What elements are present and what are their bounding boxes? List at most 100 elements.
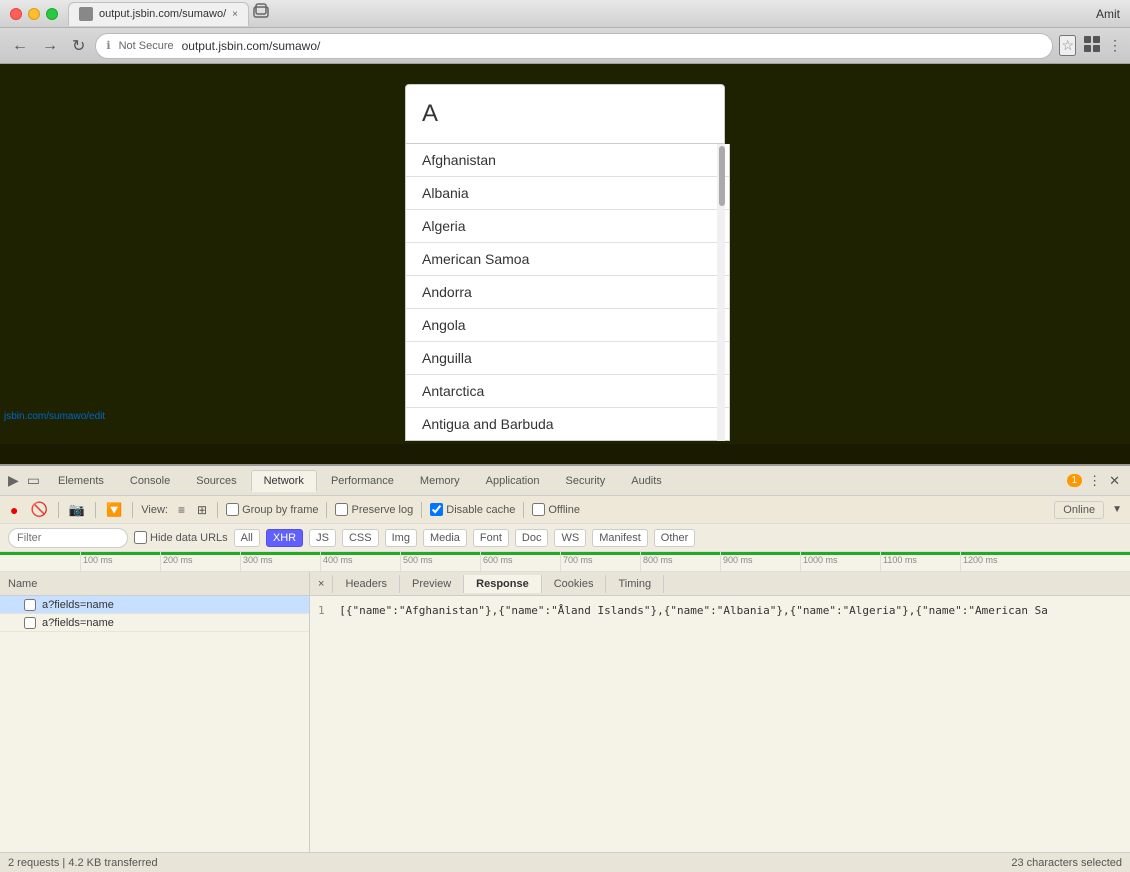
new-tab-button[interactable] xyxy=(253,3,269,24)
file-list-header: Name xyxy=(0,572,309,596)
filter-manifest-button[interactable]: Manifest xyxy=(592,529,648,547)
offline-label[interactable]: Offline xyxy=(532,503,580,516)
separator xyxy=(58,502,59,518)
separator xyxy=(523,502,524,518)
list-item[interactable]: American Samoa xyxy=(406,243,729,276)
tab-favicon-icon xyxy=(79,7,93,21)
hide-data-urls-label[interactable]: Hide data URLs xyxy=(134,531,228,544)
list-item[interactable]: Albania xyxy=(406,177,729,210)
line-number: 1 xyxy=(318,604,325,617)
browser-tab[interactable]: output.jsbin.com/sumawo/ × xyxy=(68,2,249,26)
scrollbar-track[interactable] xyxy=(717,144,725,441)
maximize-button[interactable] xyxy=(46,8,58,20)
record-button[interactable]: ● xyxy=(8,500,20,520)
back-button[interactable]: ← xyxy=(8,35,32,57)
filter-toggle-button[interactable]: 🔽 xyxy=(104,500,124,520)
tab-headers[interactable]: Headers xyxy=(333,575,400,593)
timeline-tick: 900 ms xyxy=(720,552,753,571)
group-by-frame-label[interactable]: Group by frame xyxy=(226,503,318,516)
tab-response[interactable]: Response xyxy=(464,575,542,593)
timeline-tick: 1100 ms xyxy=(880,552,917,571)
user-name: Amit xyxy=(1096,7,1120,21)
filter-css-button[interactable]: CSS xyxy=(342,529,379,547)
devtools-tab-bar: ▶ ▭ Elements Console Sources Network Per… xyxy=(0,466,1130,496)
filter-font-button[interactable]: Font xyxy=(473,529,509,547)
list-item[interactable]: Andorra xyxy=(406,276,729,309)
search-input[interactable]: A xyxy=(405,84,725,144)
file-name: a?fields=name xyxy=(42,599,114,611)
offline-checkbox[interactable] xyxy=(532,503,545,516)
forward-button[interactable]: → xyxy=(38,35,62,57)
tab-memory[interactable]: Memory xyxy=(408,471,472,491)
tab-network[interactable]: Network xyxy=(251,470,317,492)
extensions-button[interactable] xyxy=(1082,34,1102,57)
tab-preview[interactable]: Preview xyxy=(400,575,464,593)
tab-application[interactable]: Application xyxy=(474,471,552,491)
dropdown-list: Afghanistan Albania Algeria American Sam… xyxy=(405,144,730,441)
view-waterfall-button[interactable]: ⊞ xyxy=(195,501,209,519)
bookmark-button[interactable]: ☆ xyxy=(1059,35,1076,56)
online-dropdown-arrow[interactable]: ▼ xyxy=(1112,504,1122,515)
tab-close-button[interactable]: × xyxy=(232,9,238,20)
list-item[interactable]: Algeria xyxy=(406,210,729,243)
request-count: 2 requests | 4.2 KB transferred xyxy=(8,857,158,869)
disable-cache-checkbox[interactable] xyxy=(430,503,443,516)
response-close-button[interactable]: × xyxy=(310,575,333,593)
file-checkbox[interactable] xyxy=(24,617,36,629)
clear-button[interactable]: 🚫 xyxy=(28,499,49,520)
online-button[interactable]: Online xyxy=(1054,501,1104,519)
file-checkbox[interactable] xyxy=(24,599,36,611)
filter-img-button[interactable]: Img xyxy=(385,529,417,547)
devtools-page-link[interactable]: jsbin.com/sumawo/edit xyxy=(4,411,105,422)
list-item[interactable]: Antarctica xyxy=(406,375,729,408)
devtools-tab-icons: ▶ ▭ xyxy=(8,472,40,489)
list-item[interactable]: Antigua and Barbuda xyxy=(406,408,729,440)
menu-button[interactable]: ⋮ xyxy=(1108,37,1122,54)
tab-performance[interactable]: Performance xyxy=(319,471,406,491)
dropdown-wrapper: Afghanistan Albania Algeria American Sam… xyxy=(405,144,725,441)
address-input-wrapper[interactable]: ℹ Not Secure output.jsbin.com/sumawo/ xyxy=(95,33,1053,59)
filter-all-button[interactable]: All xyxy=(234,529,260,547)
filter-xhr-button[interactable]: XHR xyxy=(266,529,303,547)
tab-sources[interactable]: Sources xyxy=(184,471,248,491)
refresh-button[interactable]: ↻ xyxy=(68,34,89,58)
not-secure-label: Not Secure xyxy=(119,40,174,52)
preserve-log-label[interactable]: Preserve log xyxy=(335,503,413,516)
file-list-item[interactable]: a?fields=name xyxy=(0,614,309,632)
response-content: 1 [{"name":"Afghanistan"},{"name":"Åland… xyxy=(310,596,1130,852)
list-item[interactable]: Angola xyxy=(406,309,729,342)
file-list-item[interactable]: a?fields=name xyxy=(0,596,309,614)
devtools-close-button[interactable]: ✕ xyxy=(1107,471,1122,491)
devtools-actions: 1 ⋮ ✕ xyxy=(1067,471,1122,491)
tab-audits[interactable]: Audits xyxy=(619,471,674,491)
device-toolbar-icon[interactable]: ▭ xyxy=(27,472,40,489)
autocomplete-container: A Afghanistan Albania Algeria American S… xyxy=(405,84,725,441)
tab-console[interactable]: Console xyxy=(118,471,182,491)
hide-data-urls-checkbox[interactable] xyxy=(134,531,147,544)
tab-security[interactable]: Security xyxy=(553,471,617,491)
tab-elements[interactable]: Elements xyxy=(46,471,116,491)
filter-input[interactable] xyxy=(8,528,128,548)
group-by-frame-checkbox[interactable] xyxy=(226,503,239,516)
tab-bar: output.jsbin.com/sumawo/ × xyxy=(68,2,1096,26)
view-label: View: xyxy=(141,504,168,516)
view-list-button[interactable]: ≡ xyxy=(176,501,187,519)
filter-other-button[interactable]: Other xyxy=(654,529,696,547)
filter-js-button[interactable]: JS xyxy=(309,529,336,547)
preserve-log-checkbox[interactable] xyxy=(335,503,348,516)
tab-cookies[interactable]: Cookies xyxy=(542,575,607,593)
camera-button[interactable]: 📷 xyxy=(67,500,87,520)
file-name: a?fields=name xyxy=(42,617,114,629)
close-button[interactable] xyxy=(10,8,22,20)
filter-media-button[interactable]: Media xyxy=(423,529,467,547)
minimize-button[interactable] xyxy=(28,8,40,20)
list-item[interactable]: Anguilla xyxy=(406,342,729,375)
list-item[interactable]: Afghanistan xyxy=(406,144,729,177)
filter-doc-button[interactable]: Doc xyxy=(515,529,549,547)
devtools-more-button[interactable]: ⋮ xyxy=(1086,471,1103,491)
filter-ws-button[interactable]: WS xyxy=(554,529,586,547)
disable-cache-label[interactable]: Disable cache xyxy=(430,503,515,516)
tab-timing[interactable]: Timing xyxy=(606,575,664,593)
inspect-element-icon[interactable]: ▶ xyxy=(8,472,19,489)
scrollbar-thumb[interactable] xyxy=(719,146,725,206)
